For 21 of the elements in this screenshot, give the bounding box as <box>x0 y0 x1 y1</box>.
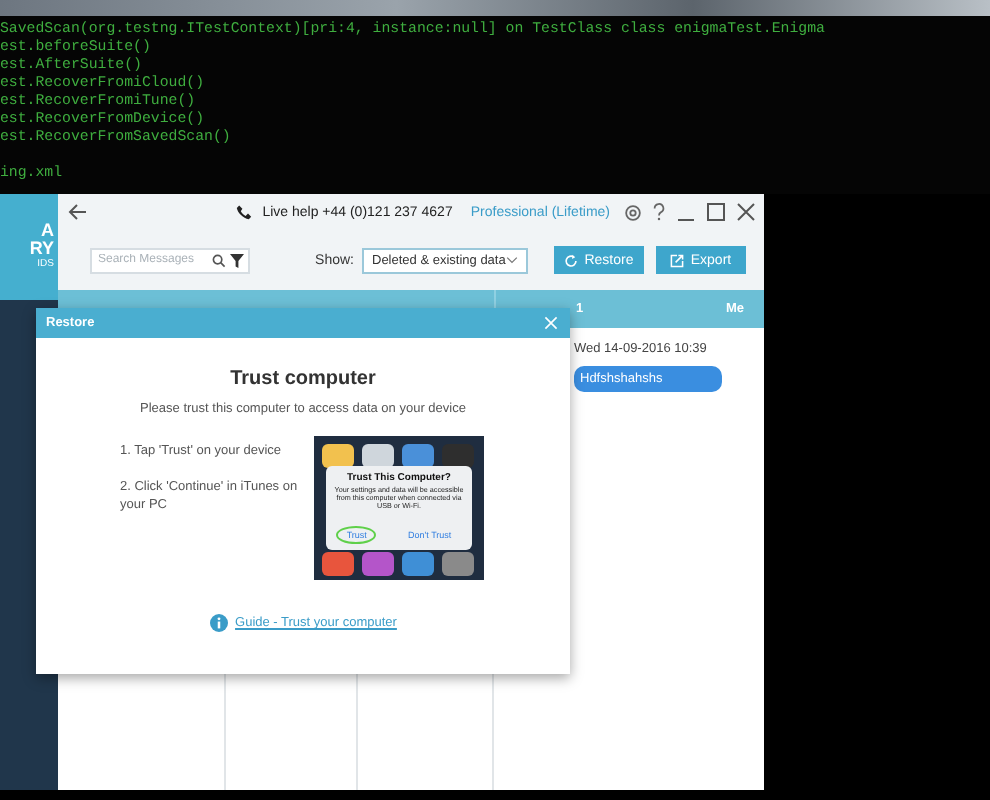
app-icon <box>442 552 474 576</box>
settings-icon[interactable] <box>624 203 642 221</box>
back-arrow-icon[interactable] <box>68 202 88 222</box>
help-icon[interactable] <box>652 202 666 222</box>
info-icon <box>209 614 228 632</box>
app-icon <box>442 444 474 468</box>
app-icon <box>322 444 354 468</box>
filter-icon[interactable] <box>230 253 244 267</box>
dialog-heading: Trust computer <box>230 368 376 390</box>
close-icon[interactable] <box>736 202 756 222</box>
refresh-icon <box>564 253 579 267</box>
maximize-icon[interactable] <box>706 202 726 222</box>
app-icon <box>322 552 354 576</box>
export-icon <box>670 253 685 267</box>
caret-icon <box>506 256 518 264</box>
phone-icon <box>236 204 253 220</box>
app-icon <box>362 444 394 468</box>
app-icon <box>402 552 434 576</box>
search-icon[interactable] <box>212 253 226 267</box>
app-icon <box>402 444 434 468</box>
app-icon <box>362 552 394 576</box>
